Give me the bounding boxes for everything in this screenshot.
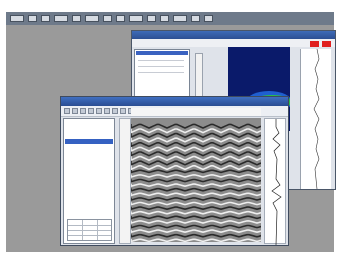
toolbar-button[interactable] — [104, 108, 110, 114]
reflection-band — [131, 187, 261, 192]
taskbar-button[interactable] — [204, 15, 213, 22]
toolbar-button[interactable] — [120, 108, 126, 114]
toolbar-button[interactable] — [64, 108, 70, 114]
front-file-list-panel — [63, 118, 115, 244]
front-window-titlebar[interactable] — [61, 97, 288, 106]
reflection-band — [131, 178, 261, 183]
list-item[interactable] — [138, 60, 184, 61]
list-item[interactable] — [66, 121, 69, 126]
taskbar — [6, 12, 334, 25]
reflection-band — [131, 215, 261, 220]
reflection-band — [131, 206, 261, 211]
taskbar-button[interactable] — [173, 15, 187, 22]
taskbar-button[interactable] — [85, 15, 99, 22]
toolbar-button[interactable] — [96, 108, 102, 114]
taskbar-button[interactable] — [116, 15, 125, 22]
taskbar-button[interactable] — [103, 15, 112, 22]
properties-table — [67, 219, 112, 241]
trace-waveform — [313, 48, 320, 190]
desktop — [0, 0, 340, 257]
selected-list-item[interactable] — [136, 51, 188, 55]
radargram-view[interactable] — [131, 118, 261, 242]
reflection-band — [131, 132, 261, 139]
reflection-band — [131, 197, 261, 201]
taskbar-button[interactable] — [129, 15, 143, 22]
back-window-menubar — [132, 39, 335, 47]
reflection-band — [131, 151, 261, 157]
reflection-band — [131, 137, 261, 143]
taskbar-button[interactable] — [147, 15, 156, 22]
back-action-button[interactable] — [310, 41, 319, 47]
reflection-band — [131, 238, 261, 242]
reflection-band — [131, 169, 261, 174]
list-item[interactable] — [66, 133, 69, 138]
trace-panel — [264, 118, 286, 246]
reflection-band — [131, 128, 261, 134]
table-rule — [68, 225, 111, 226]
taskbar-button[interactable] — [54, 15, 68, 22]
horizontal-distance-ruler — [131, 108, 261, 116]
front-window[interactable] — [60, 96, 289, 246]
list-item[interactable] — [138, 72, 184, 73]
toolbar-button[interactable] — [72, 108, 78, 114]
table-rule — [82, 220, 83, 240]
reflection-band — [131, 183, 261, 188]
reflection-band — [131, 174, 261, 178]
reflection-band — [131, 210, 261, 215]
reflection-band — [131, 160, 261, 166]
table-rule — [68, 230, 111, 231]
taskbar-button[interactable] — [72, 15, 81, 22]
trace-waveform — [271, 119, 282, 246]
toolbar-button[interactable] — [112, 108, 118, 114]
back-trace-panel — [300, 48, 331, 190]
back-window-titlebar[interactable] — [132, 31, 335, 39]
reflection-band — [131, 229, 261, 234]
reflection-band — [131, 142, 261, 148]
reflection-band — [131, 233, 261, 238]
depth-ruler — [119, 118, 131, 244]
list-item[interactable] — [138, 66, 184, 67]
taskbar-button[interactable] — [41, 15, 50, 22]
taskbar-button[interactable] — [160, 15, 169, 22]
table-rule — [68, 235, 111, 236]
reflection-band — [131, 146, 261, 152]
back-action-button[interactable] — [322, 41, 331, 47]
reflection-band — [131, 224, 261, 229]
reflection-band — [131, 192, 261, 197]
selected-list-item[interactable] — [65, 139, 113, 144]
taskbar-button[interactable] — [28, 15, 37, 22]
reflection-band — [131, 201, 261, 206]
radargram-image — [131, 123, 261, 242]
taskbar-button[interactable] — [10, 15, 24, 22]
list-item[interactable] — [66, 127, 69, 132]
reflection-band — [131, 165, 261, 171]
reflection-band — [131, 220, 261, 224]
toolbar-button[interactable] — [80, 108, 86, 114]
toolbar-button[interactable] — [88, 108, 94, 114]
reflection-band — [131, 155, 261, 162]
table-rule — [97, 220, 98, 240]
reflection-band — [131, 123, 261, 129]
taskbar-button[interactable] — [191, 15, 200, 22]
